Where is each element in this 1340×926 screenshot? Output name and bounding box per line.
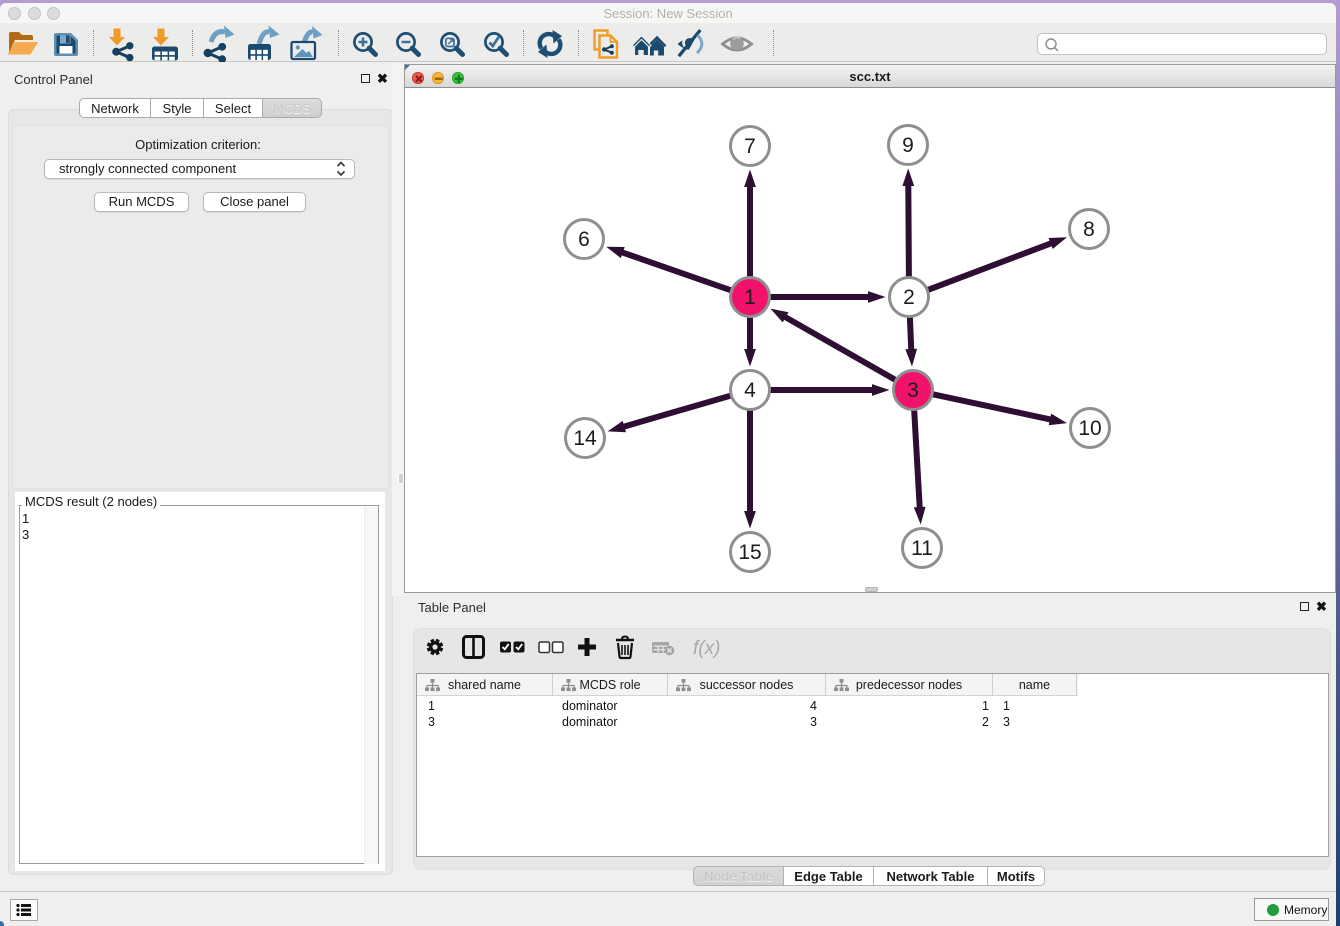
svg-text:10: 10 [1078,417,1101,440]
svg-text:2: 2 [903,286,915,309]
svg-text:8: 8 [1083,218,1095,241]
svg-text:14: 14 [573,427,597,450]
svg-text:1: 1 [744,286,756,309]
svg-text:15: 15 [738,541,761,564]
svg-text:7: 7 [744,135,756,158]
svg-text:6: 6 [578,228,590,251]
svg-text:11: 11 [911,537,933,560]
svg-text:3: 3 [907,379,919,402]
svg-text:4: 4 [744,379,756,402]
svg-text:f(x): f(x) [693,638,720,659]
svg-text:9: 9 [902,134,914,157]
